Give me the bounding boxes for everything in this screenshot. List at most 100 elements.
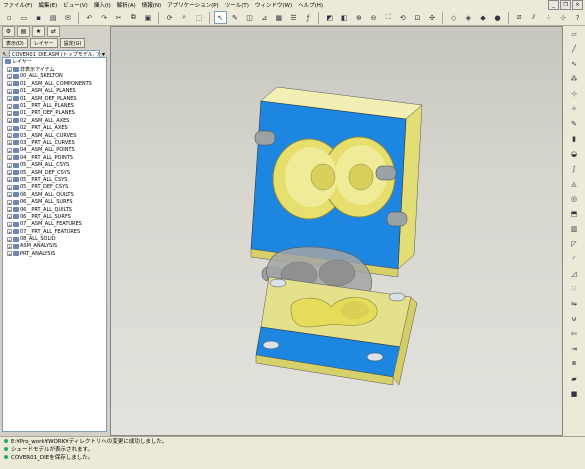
relation-icon[interactable]: ƒ [302, 11, 315, 24]
shell-icon[interactable]: ⬒ [568, 207, 581, 220]
solidify-icon[interactable]: ■ [568, 387, 581, 400]
menu-file[interactable]: ファイル(F) [0, 1, 35, 9]
analysis-feature-icon[interactable]: ✧ [568, 102, 581, 115]
expand-icon[interactable]: + [7, 110, 12, 117]
tree-item[interactable]: +05__PRT_DEF_CSYS [3, 184, 106, 191]
layer-icon[interactable]: ☰ [287, 11, 300, 24]
tree-item[interactable]: +01__PRT_DEF_PLANES [3, 110, 106, 117]
connections-icon[interactable]: ⇄ [47, 26, 60, 37]
mirror-icon[interactable]: ⇋ [568, 297, 581, 310]
help-context-icon[interactable]: ? [571, 11, 584, 24]
expand-icon[interactable]: + [7, 170, 12, 176]
print-icon[interactable]: ▤ [47, 11, 60, 24]
no-hidden-icon[interactable]: ◆ [477, 11, 490, 24]
expand-icon[interactable]: + [7, 177, 12, 183]
menu-info[interactable]: 情報(N) [139, 1, 164, 9]
menu-analysis[interactable]: 解析(A) [114, 1, 139, 9]
open-file-icon[interactable]: ▭ [18, 11, 31, 24]
menu-help[interactable]: ヘルプ(H) [295, 1, 326, 9]
thicken-icon[interactable]: ▰ [568, 372, 581, 385]
menu-edit[interactable]: 編集(E) [35, 1, 60, 9]
trim-icon[interactable]: ✄ [568, 327, 581, 340]
expand-icon[interactable]: + [7, 140, 12, 146]
minimize-icon[interactable]: _ [548, 0, 559, 10]
folder-icon[interactable]: ▤ [17, 26, 30, 37]
tree-item[interactable]: +01__ASM_ALL_COMPONENTS [3, 80, 106, 87]
expand-icon[interactable]: + [7, 162, 12, 169]
expand-icon[interactable]: + [7, 199, 12, 206]
favorites-icon[interactable]: ★ [32, 26, 45, 37]
sketch-icon[interactable]: ✎ [229, 11, 242, 24]
tree-item[interactable]: +06__PRT_ALL_QUILTS [3, 206, 106, 213]
expand-icon[interactable]: + [7, 88, 12, 95]
tab-layer[interactable]: レイヤー [29, 38, 58, 48]
expand-icon[interactable]: + [7, 229, 12, 235]
reorient-icon[interactable]: ⟲ [397, 11, 410, 24]
select-icon[interactable]: ⬚ [192, 11, 205, 24]
tab-display[interactable]: 表示(D) [2, 38, 28, 48]
csys-tool-icon[interactable]: ⊹ [568, 87, 581, 100]
redo-icon[interactable]: ↷ [98, 11, 111, 24]
revolve-icon[interactable]: ◒ [568, 147, 581, 160]
menu-tools[interactable]: ツール(T) [222, 1, 252, 9]
merge-icon[interactable]: ⊎ [568, 312, 581, 325]
datum-axes-icon[interactable]: ⫽ [527, 11, 540, 24]
saved-views-icon[interactable]: ⊡ [411, 11, 424, 24]
menu-window[interactable]: ウィンドウ(W) [252, 1, 295, 9]
restore-icon[interactable]: ❐ [560, 0, 571, 10]
expand-icon[interactable]: + [7, 81, 12, 87]
expand-icon[interactable]: + [7, 147, 12, 154]
expand-icon[interactable]: + [7, 133, 12, 139]
plane-icon[interactable]: ▱ [568, 27, 581, 40]
expand-icon[interactable]: + [7, 103, 12, 110]
axis-icon[interactable]: ╱ [568, 42, 581, 55]
shading-icon[interactable]: ● [491, 11, 504, 24]
refit-icon[interactable]: ⛶ [382, 11, 395, 24]
tree-item[interactable]: +04__PRT_ALL_POINTS [3, 154, 106, 161]
sweep-icon[interactable]: ∫ [568, 162, 581, 175]
zoom-in-icon[interactable]: ⊕ [353, 11, 366, 24]
extrude-icon[interactable]: ▮ [568, 132, 581, 145]
expand-icon[interactable]: + [7, 192, 12, 198]
expand-icon[interactable]: + [7, 73, 12, 80]
select-filter-icon[interactable]: ↖ [214, 11, 227, 24]
graphics-viewport[interactable] [110, 26, 563, 436]
expand-icon[interactable]: + [7, 184, 12, 191]
menu-insert[interactable]: 挿入(I) [91, 1, 114, 9]
datum-points-icon[interactable]: ⁘ [542, 11, 555, 24]
expand-icon[interactable]: + [7, 155, 12, 161]
tree-item[interactable]: + ASM_ANALYSIS [3, 243, 106, 250]
hole-icon[interactable]: ◎ [568, 192, 581, 205]
menu-view[interactable]: ビュー(V) [60, 1, 91, 9]
expand-icon[interactable]: + [7, 214, 12, 220]
zoom-out-icon[interactable]: ⊖ [367, 11, 380, 24]
close-icon[interactable]: × [572, 0, 583, 10]
wireframe-icon[interactable]: ◇ [447, 11, 460, 24]
pattern-icon[interactable]: ⁙ [568, 282, 581, 295]
cut-icon[interactable]: ✂ [112, 11, 125, 24]
tree-root[interactable]: レイヤー [3, 58, 106, 65]
tree-item[interactable]: +08_ALL_SOLID [3, 235, 106, 243]
tree-item[interactable]: +07__ASM_ALL_FEATURES [3, 221, 106, 228]
tree-settings-icon[interactable]: ⚙ [2, 26, 15, 37]
tree-item[interactable]: +06__PRT_ALL_SURFS [3, 213, 106, 220]
hidden-line-icon[interactable]: ◈ [462, 11, 475, 24]
find-icon[interactable]: ⌕ [178, 11, 191, 24]
save-icon[interactable]: ▪ [32, 11, 45, 24]
tree-item[interactable]: +03__PRT_ALL_CURVES [3, 139, 106, 146]
point-icon[interactable]: ⁂ [568, 72, 581, 85]
blend-icon[interactable]: ◬ [568, 177, 581, 190]
draft-icon[interactable]: ◸ [568, 237, 581, 250]
tree-item[interactable]: +05__PRT_ALL_CSYS [3, 176, 106, 183]
round-icon[interactable]: ◜ [568, 252, 581, 265]
datum-planes-icon[interactable]: ⧄ [513, 11, 526, 24]
tree-item[interactable]: +01__PRT_ALL_PLANES [3, 102, 106, 110]
expand-icon[interactable]: + [7, 118, 12, 124]
offset-icon[interactable]: ⧈ [568, 357, 581, 370]
curve-icon[interactable]: ∿ [568, 57, 581, 70]
expand-icon[interactable]: + [7, 236, 12, 243]
spin-center-icon[interactable]: ✣ [426, 11, 439, 24]
tree-item[interactable]: +00_ALL_SKELTON [3, 73, 106, 80]
csys-icon[interactable]: ⊹ [557, 11, 570, 24]
tab-settings[interactable]: 設定(G) [59, 38, 86, 48]
